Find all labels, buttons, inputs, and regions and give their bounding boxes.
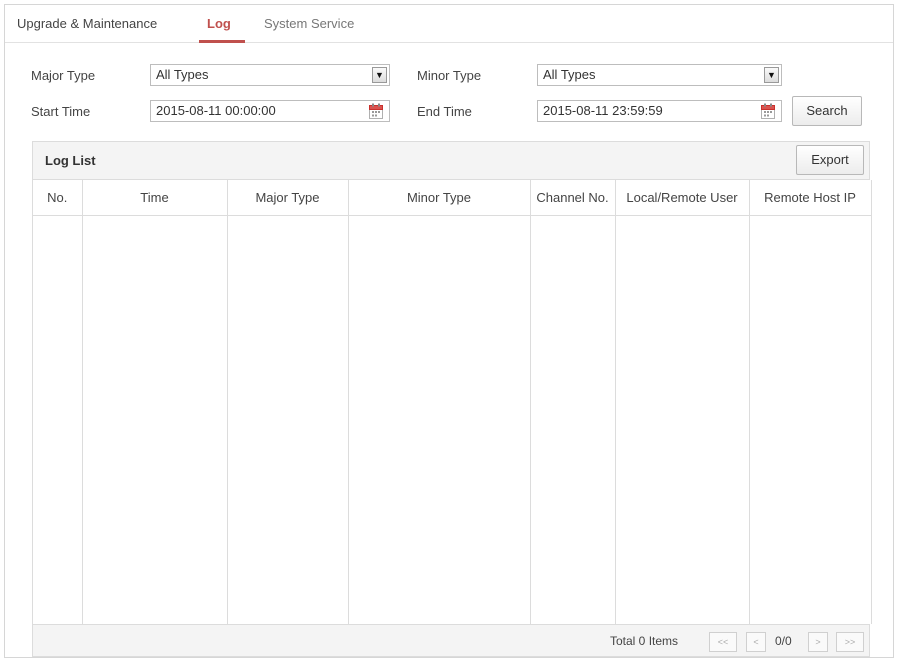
search-button[interactable]: Search <box>792 96 862 126</box>
calendar-icon[interactable] <box>761 103 775 119</box>
column-header-local-remote-user[interactable]: Local/Remote User <box>615 180 750 216</box>
column-header-major-type[interactable]: Major Type <box>227 180 349 216</box>
page-info: 0/0 <box>775 634 792 648</box>
major-type-select[interactable]: All Types ▼ <box>150 64 390 86</box>
table-cell <box>227 215 349 624</box>
end-time-value: 2015-08-11 23:59:59 <box>543 103 663 118</box>
log-page: Upgrade & Maintenance Log System Service… <box>4 4 894 658</box>
tab-system-service[interactable]: System Service <box>264 5 354 43</box>
minor-type-label: Minor Type <box>417 68 482 83</box>
tab-log[interactable]: Log <box>207 5 231 43</box>
column-header-no[interactable]: No. <box>33 180 83 216</box>
next-page-button[interactable]: > <box>808 632 828 652</box>
total-items-label: Total 0 Items <box>610 634 679 648</box>
calendar-icon[interactable] <box>369 103 383 119</box>
export-button[interactable]: Export <box>796 145 864 175</box>
table-cell <box>82 215 228 624</box>
major-type-value: All Types <box>156 67 209 82</box>
table-cell <box>615 215 750 624</box>
end-time-field[interactable]: 2015-08-11 23:59:59 <box>537 100 782 122</box>
chevron-down-icon[interactable]: ▼ <box>372 67 387 83</box>
start-time-label: Start Time <box>31 104 91 119</box>
minor-type-value: All Types <box>543 67 596 82</box>
column-header-time[interactable]: Time <box>82 180 228 216</box>
pagination-bar: Total 0 Items << < 0/0 > >> <box>33 624 869 656</box>
tab-upgrade-maintenance[interactable]: Upgrade & Maintenance <box>17 5 157 43</box>
prev-page-button[interactable]: < <box>746 632 766 652</box>
log-table: No. Time Major Type Minor Type Channel N… <box>33 180 872 624</box>
log-list-panel: Log List Export No. Time Major Type Mino… <box>32 141 872 657</box>
active-tab-indicator <box>199 40 245 43</box>
end-time-label: End Time <box>417 104 472 119</box>
column-header-channel-no[interactable]: Channel No. <box>530 180 616 216</box>
table-cell <box>749 215 872 624</box>
start-time-value: 2015-08-11 00:00:00 <box>156 103 276 118</box>
last-page-button[interactable]: >> <box>836 632 864 652</box>
table-header-row: No. Time Major Type Minor Type Channel N… <box>33 180 872 216</box>
start-time-field[interactable]: 2015-08-11 00:00:00 <box>150 100 390 122</box>
tab-bar: Upgrade & Maintenance Log System Service <box>5 5 893 43</box>
log-list-title: Log List <box>45 153 96 168</box>
table-cell <box>530 215 616 624</box>
column-header-minor-type[interactable]: Minor Type <box>348 180 531 216</box>
table-cell <box>33 215 83 624</box>
chevron-down-icon[interactable]: ▼ <box>764 67 779 83</box>
empty-table-body <box>33 215 872 624</box>
table-cell <box>348 215 531 624</box>
first-page-button[interactable]: << <box>709 632 737 652</box>
column-header-remote-host-ip[interactable]: Remote Host IP <box>749 180 872 216</box>
log-list-header: Log List Export <box>33 142 869 180</box>
major-type-label: Major Type <box>31 68 96 83</box>
minor-type-select[interactable]: All Types ▼ <box>537 64 782 86</box>
